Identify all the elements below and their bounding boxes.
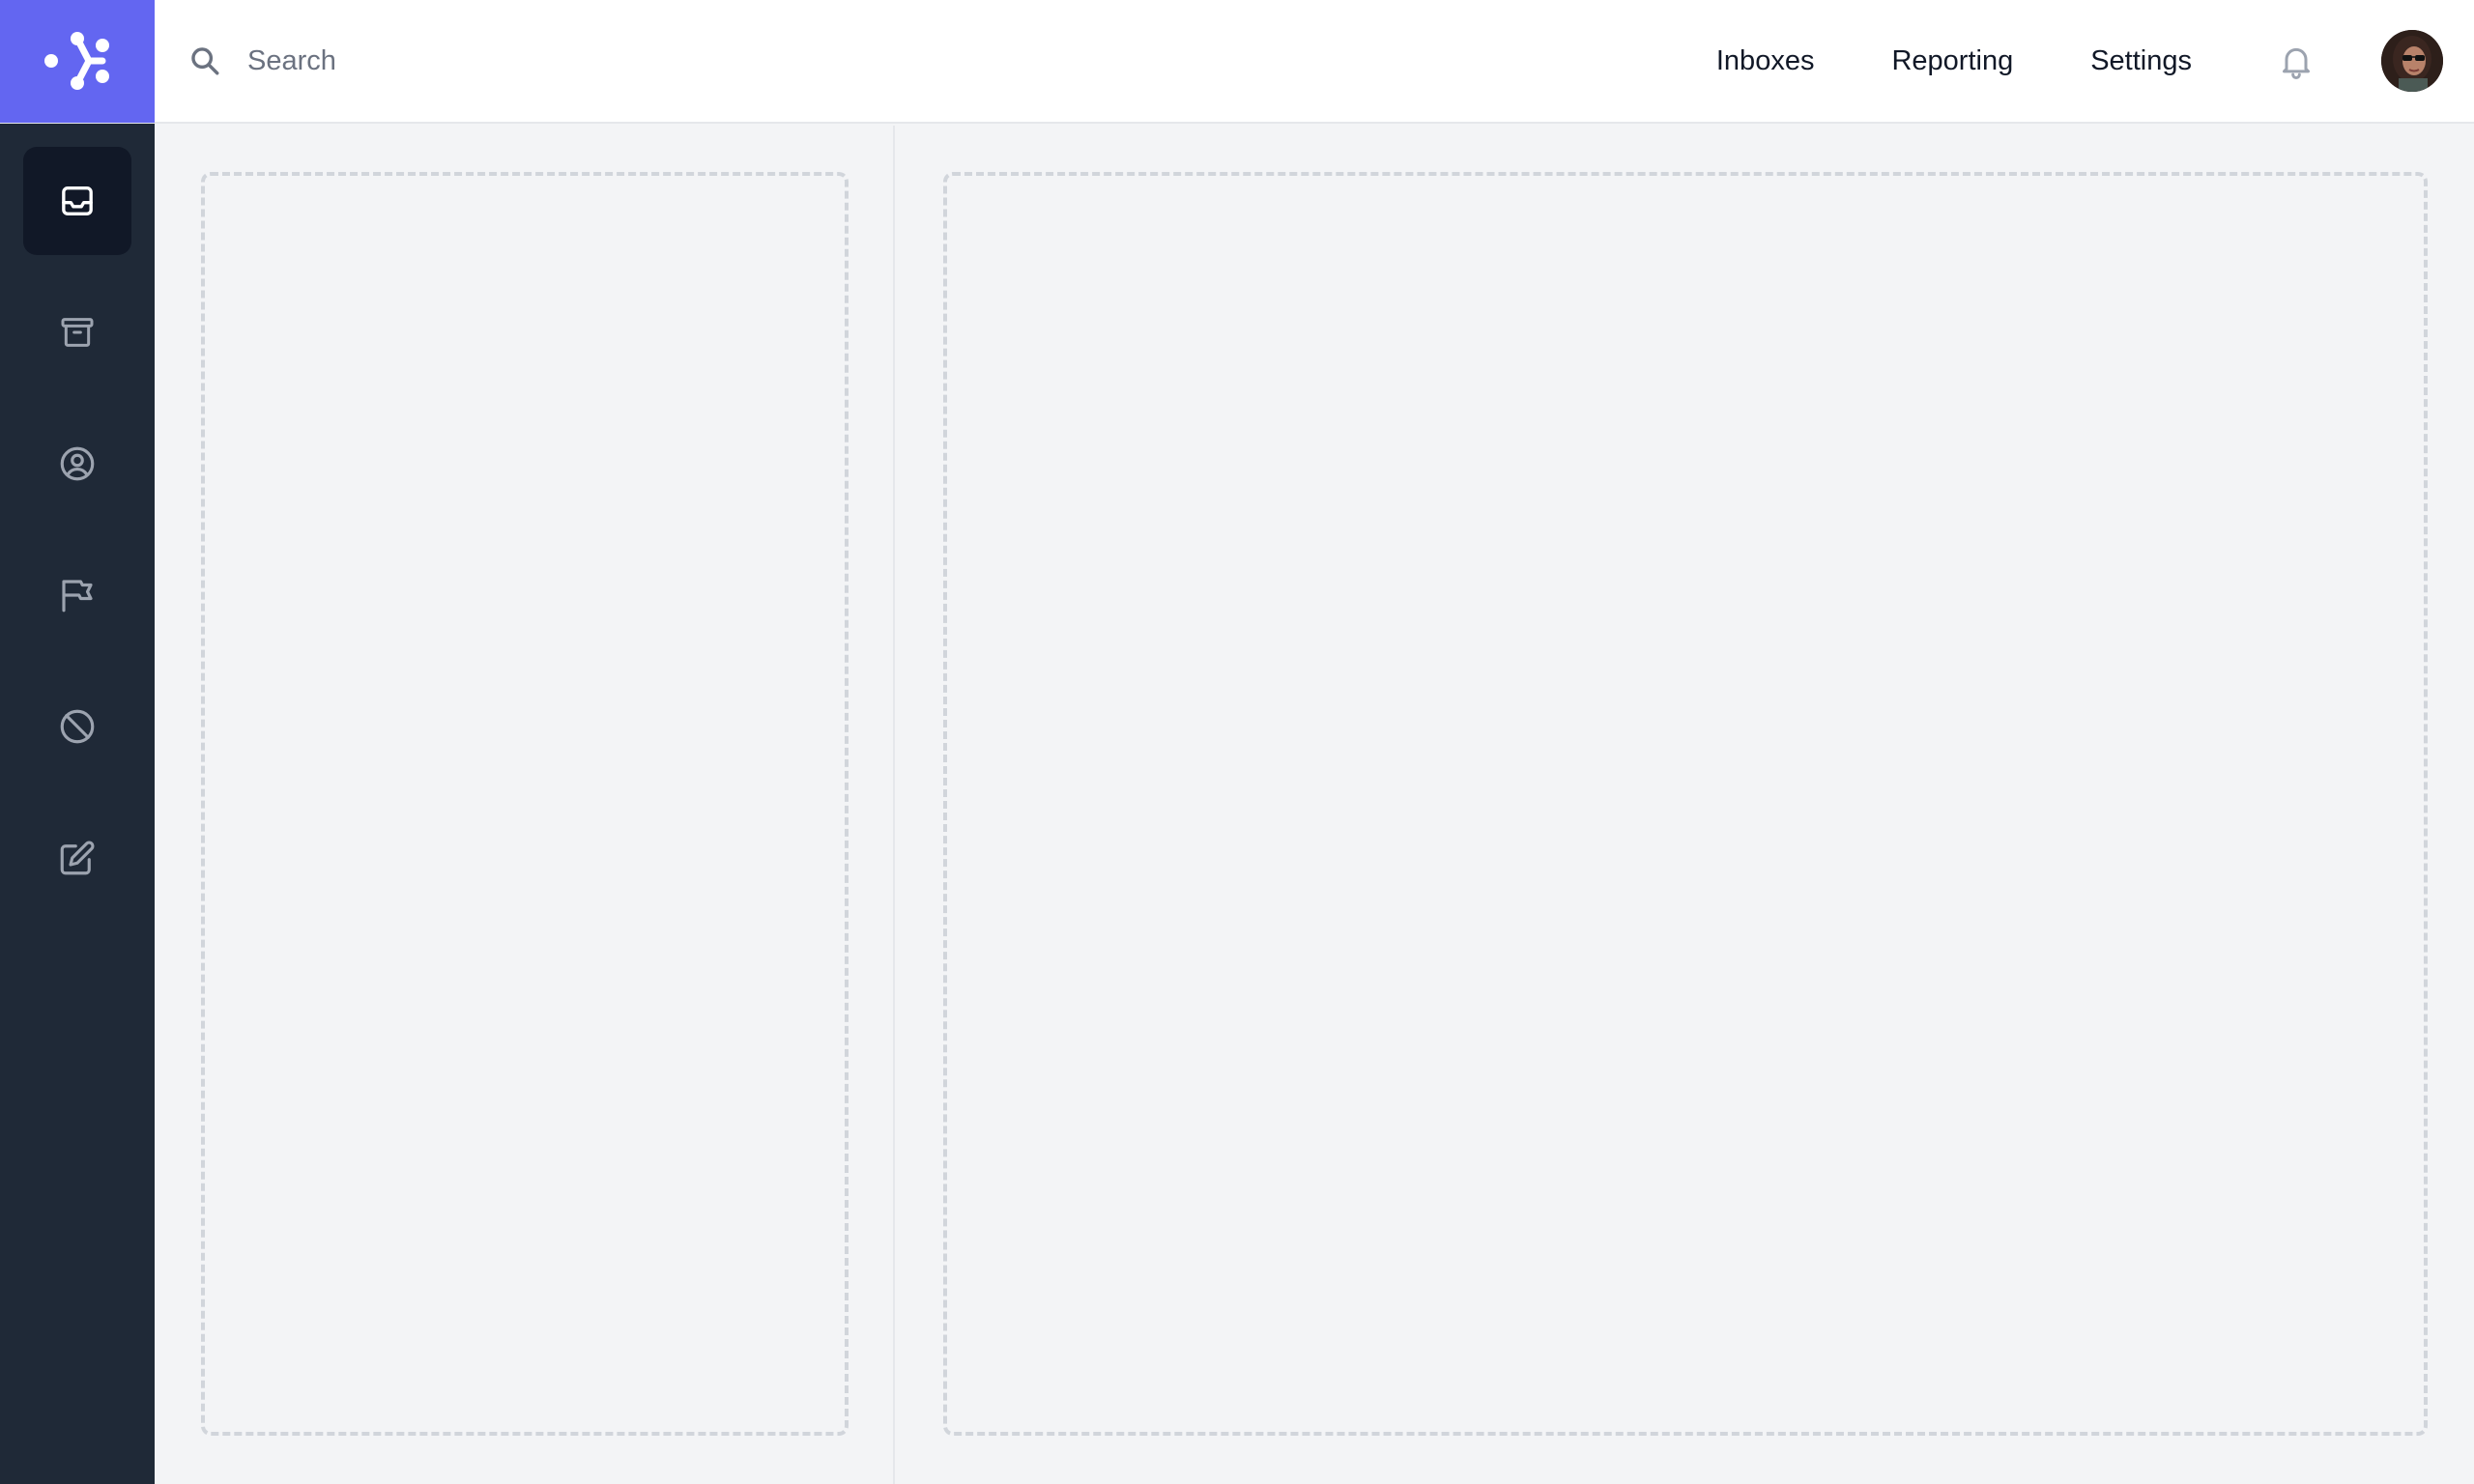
sidebar (0, 124, 155, 1484)
placeholder-right (943, 172, 2428, 1436)
pencil-square-icon (60, 841, 95, 875)
message-list-panel (155, 126, 895, 1484)
sidebar-item-drafts[interactable] (23, 804, 131, 912)
search-bar (186, 0, 1716, 122)
top-nav: Inboxes Reporting Settings (1716, 0, 2474, 122)
main-content (155, 126, 2474, 1484)
nav-link-inboxes[interactable]: Inboxes (1716, 45, 1815, 77)
logo[interactable] (0, 0, 155, 123)
nav-link-settings[interactable]: Settings (2090, 45, 2192, 77)
sidebar-item-archive[interactable] (23, 278, 131, 386)
ban-icon (60, 709, 95, 744)
search-input[interactable] (245, 32, 825, 90)
sidebar-item-contacts[interactable] (23, 410, 131, 518)
archive-icon (61, 318, 94, 347)
message-detail-panel (897, 126, 2474, 1484)
placeholder-left (201, 172, 849, 1436)
nav-link-reporting[interactable]: Reporting (1891, 45, 2013, 77)
workflow-logo-icon (44, 32, 109, 90)
flag-icon (62, 580, 93, 613)
sidebar-item-spam[interactable] (23, 672, 131, 781)
notifications-bell-icon[interactable] (2273, 38, 2319, 84)
top-bar: Inboxes Reporting Settings (0, 0, 2474, 124)
user-avatar[interactable] (2381, 30, 2443, 92)
user-circle-icon (60, 446, 95, 481)
sidebar-item-flagged[interactable] (23, 541, 131, 649)
sidebar-item-inbox[interactable] (23, 147, 131, 255)
search-icon (186, 42, 224, 80)
inbox-icon (62, 186, 93, 215)
app: Inboxes Reporting Settings (0, 0, 2474, 1484)
